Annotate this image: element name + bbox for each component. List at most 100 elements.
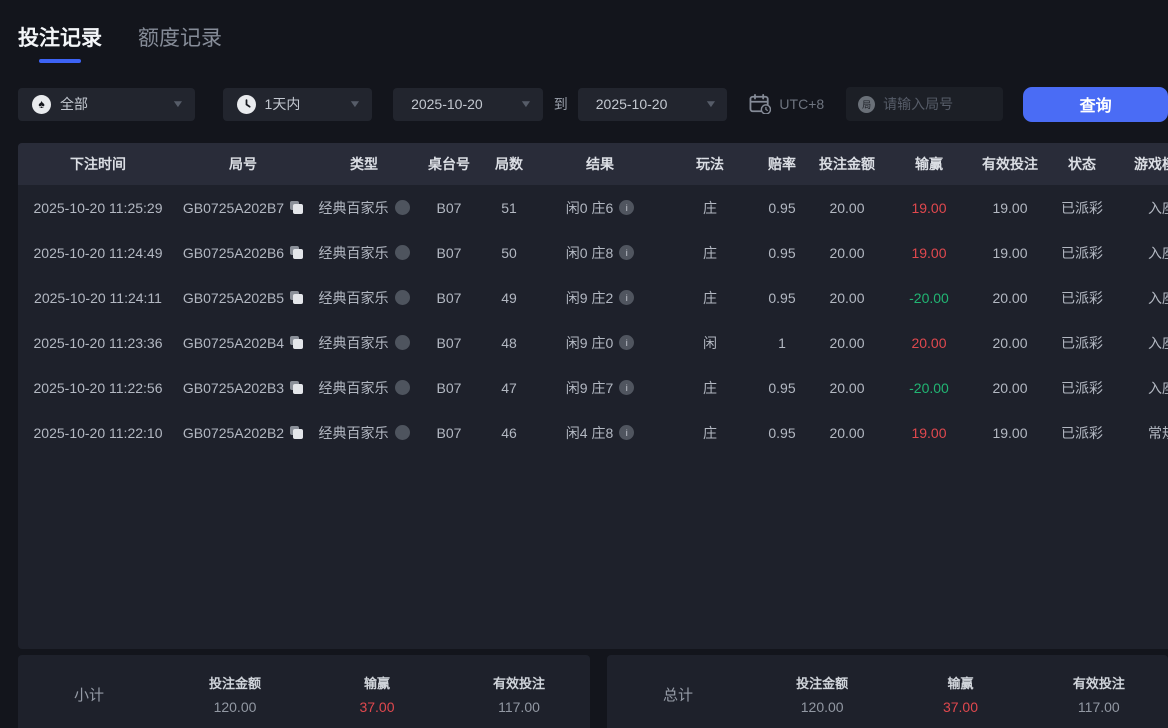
info-icon[interactable]: i [619, 425, 635, 440]
cell-bet-time: 2025-10-20 11:24:11 [34, 289, 162, 306]
type-detail-icon [394, 200, 410, 215]
cell-play: 闲 [703, 334, 717, 351]
round-id-text: GB0725A202B5 [182, 289, 285, 306]
cell-status: 已派彩 [1061, 244, 1103, 261]
cell-type: 经典百家乐 [308, 423, 420, 443]
cell-win-loss: 19.00 [911, 244, 947, 261]
cell-result: 闲4 庄8 i [540, 423, 660, 443]
chevron-down-icon: ▼ [348, 98, 363, 110]
date-to-select[interactable]: 2025-10-20 ▼ [577, 87, 728, 121]
col-header-round-id: 局号 [229, 156, 257, 172]
time-range-select[interactable]: 1天内 ▼ [222, 87, 373, 121]
tab-quota-records-label: 额度记录 [138, 27, 222, 50]
cell-status: 已派彩 [1061, 334, 1103, 351]
total-win-loss: 输赢 37.00 [942, 676, 979, 715]
type-text: 经典百家乐 [318, 244, 389, 261]
summary-bar: 小计 投注金额 120.00 输赢 37.00 有效投注 117.00 总计 投… [18, 655, 1168, 728]
cell-type: 经典百家乐 [308, 333, 420, 353]
cell-odds: 0.95 [768, 379, 796, 396]
cell-round-no: 51 [501, 199, 517, 216]
cell-status: 已派彩 [1061, 199, 1103, 216]
result-text: 闲0 庄8 [565, 244, 614, 261]
cell-result: 闲9 庄7 i [540, 378, 660, 398]
cell-game-mode: 入座 [1148, 244, 1168, 261]
copy-icon[interactable] [290, 381, 304, 394]
cell-round-id: GB0725A202B4 [178, 335, 308, 351]
total-bet-amount: 投注金额 120.00 [796, 676, 849, 715]
type-text: 经典百家乐 [318, 289, 389, 306]
tab-bar: 投注记录 额度记录 [0, 0, 1168, 63]
round-id-text: GB0725A202B7 [182, 199, 285, 216]
copy-icon[interactable] [290, 291, 304, 304]
info-icon[interactable]: i [619, 245, 635, 260]
round-id-text: GB0725A202B2 [182, 424, 285, 441]
tab-betting-records-label: 投注记录 [18, 27, 102, 50]
cell-win-loss: -20.00 [909, 289, 949, 306]
col-header-win-loss: 输赢 [915, 156, 943, 172]
chevron-down-icon: ▼ [703, 98, 718, 110]
copy-icon[interactable] [290, 201, 304, 214]
result-text: 闲9 庄7 [565, 379, 614, 396]
query-button[interactable]: 查询 [1023, 86, 1168, 122]
col-header-bet-time: 下注时间 [70, 156, 126, 172]
cell-odds: 0.95 [768, 199, 796, 216]
type-detail-icon [394, 245, 410, 260]
tab-quota-records[interactable]: 额度记录 [138, 22, 222, 52]
game-type-select[interactable]: ♠ 全部 ▼ [18, 87, 195, 121]
info-icon[interactable]: i [619, 200, 635, 215]
col-header-type: 类型 [350, 156, 378, 172]
cell-bet-time: 2025-10-20 11:23:36 [33, 334, 163, 351]
result-text: 闲9 庄2 [565, 289, 614, 306]
cell-table-no: B07 [436, 289, 462, 306]
filter-bar: ♠ 全部 ▼ 1天内 ▼ 2025-10-20 ▼ 到 2025-10-20 ▼ [18, 86, 1168, 122]
cell-type: 经典百家乐 [308, 243, 420, 263]
subtotal-items: 投注金额 120.00 输赢 37.00 有效投注 117.00 [164, 673, 590, 715]
cell-win-loss: -20.00 [909, 379, 949, 396]
cell-status: 已派彩 [1061, 379, 1103, 396]
type-detail-icon [394, 380, 410, 395]
round-icon: 局 [858, 95, 876, 113]
copy-icon[interactable] [290, 246, 304, 259]
date-to-value: 2025-10-20 [595, 96, 668, 112]
cell-round-id: GB0725A202B5 [178, 290, 308, 306]
result-text: 闲9 庄0 [565, 334, 614, 351]
cell-bet-amount: 20.00 [829, 379, 865, 396]
table-body: 2025-10-20 11:25:29 GB0725A202B7 经典百家乐 B… [18, 185, 1168, 455]
cell-win-loss: 20.00 [911, 334, 947, 351]
cell-round-no: 50 [501, 244, 517, 261]
info-icon[interactable]: i [619, 380, 635, 395]
round-number-input[interactable]: 局 请输入局号 [846, 87, 1004, 121]
tab-betting-records[interactable]: 投注记录 [18, 22, 102, 63]
cell-round-no: 49 [501, 289, 517, 306]
cell-table-no: B07 [436, 199, 462, 216]
cell-valid-bet: 20.00 [992, 334, 1028, 351]
cell-odds: 1 [778, 334, 786, 351]
info-icon[interactable]: i [619, 290, 635, 305]
date-from-select[interactable]: 2025-10-20 ▼ [393, 87, 543, 121]
copy-icon[interactable] [290, 336, 304, 349]
table-row: 2025-10-20 11:24:49 GB0725A202B6 经典百家乐 B… [18, 230, 1168, 275]
round-input-placeholder: 请输入局号 [883, 96, 954, 112]
col-header-bet-amount: 投注金额 [819, 156, 875, 172]
cell-valid-bet: 19.00 [992, 199, 1028, 216]
date-to-label: 到 [553, 96, 568, 112]
info-icon[interactable]: i [619, 335, 635, 350]
bet-records-table: 下注时间 局号 类型 桌台号 局数 结果 玩法 赔率 投注金额 输赢 有效投注 … [18, 143, 1168, 649]
subtotal-label: 小计 [74, 686, 105, 704]
cell-bet-amount: 20.00 [829, 289, 865, 306]
cell-play: 庄 [703, 244, 717, 261]
total-panel: 总计 投注金额 120.00 输赢 37.00 有效投注 117.00 [607, 655, 1168, 728]
col-header-status: 状态 [1068, 156, 1096, 172]
total-items: 投注金额 120.00 输赢 37.00 有效投注 117.00 [753, 673, 1168, 715]
type-text: 经典百家乐 [318, 334, 389, 351]
cell-round-id: GB0725A202B2 [178, 425, 308, 441]
cell-valid-bet: 19.00 [992, 244, 1028, 261]
result-text: 闲4 庄8 [565, 424, 614, 441]
cell-bet-amount: 20.00 [829, 424, 865, 441]
cell-result: 闲9 庄0 i [540, 333, 660, 353]
cell-game-mode: 入座 [1148, 289, 1168, 306]
cell-valid-bet: 20.00 [992, 289, 1028, 306]
col-header-result: 结果 [586, 156, 614, 172]
copy-icon[interactable] [290, 426, 304, 439]
cell-bet-amount: 20.00 [829, 244, 865, 261]
